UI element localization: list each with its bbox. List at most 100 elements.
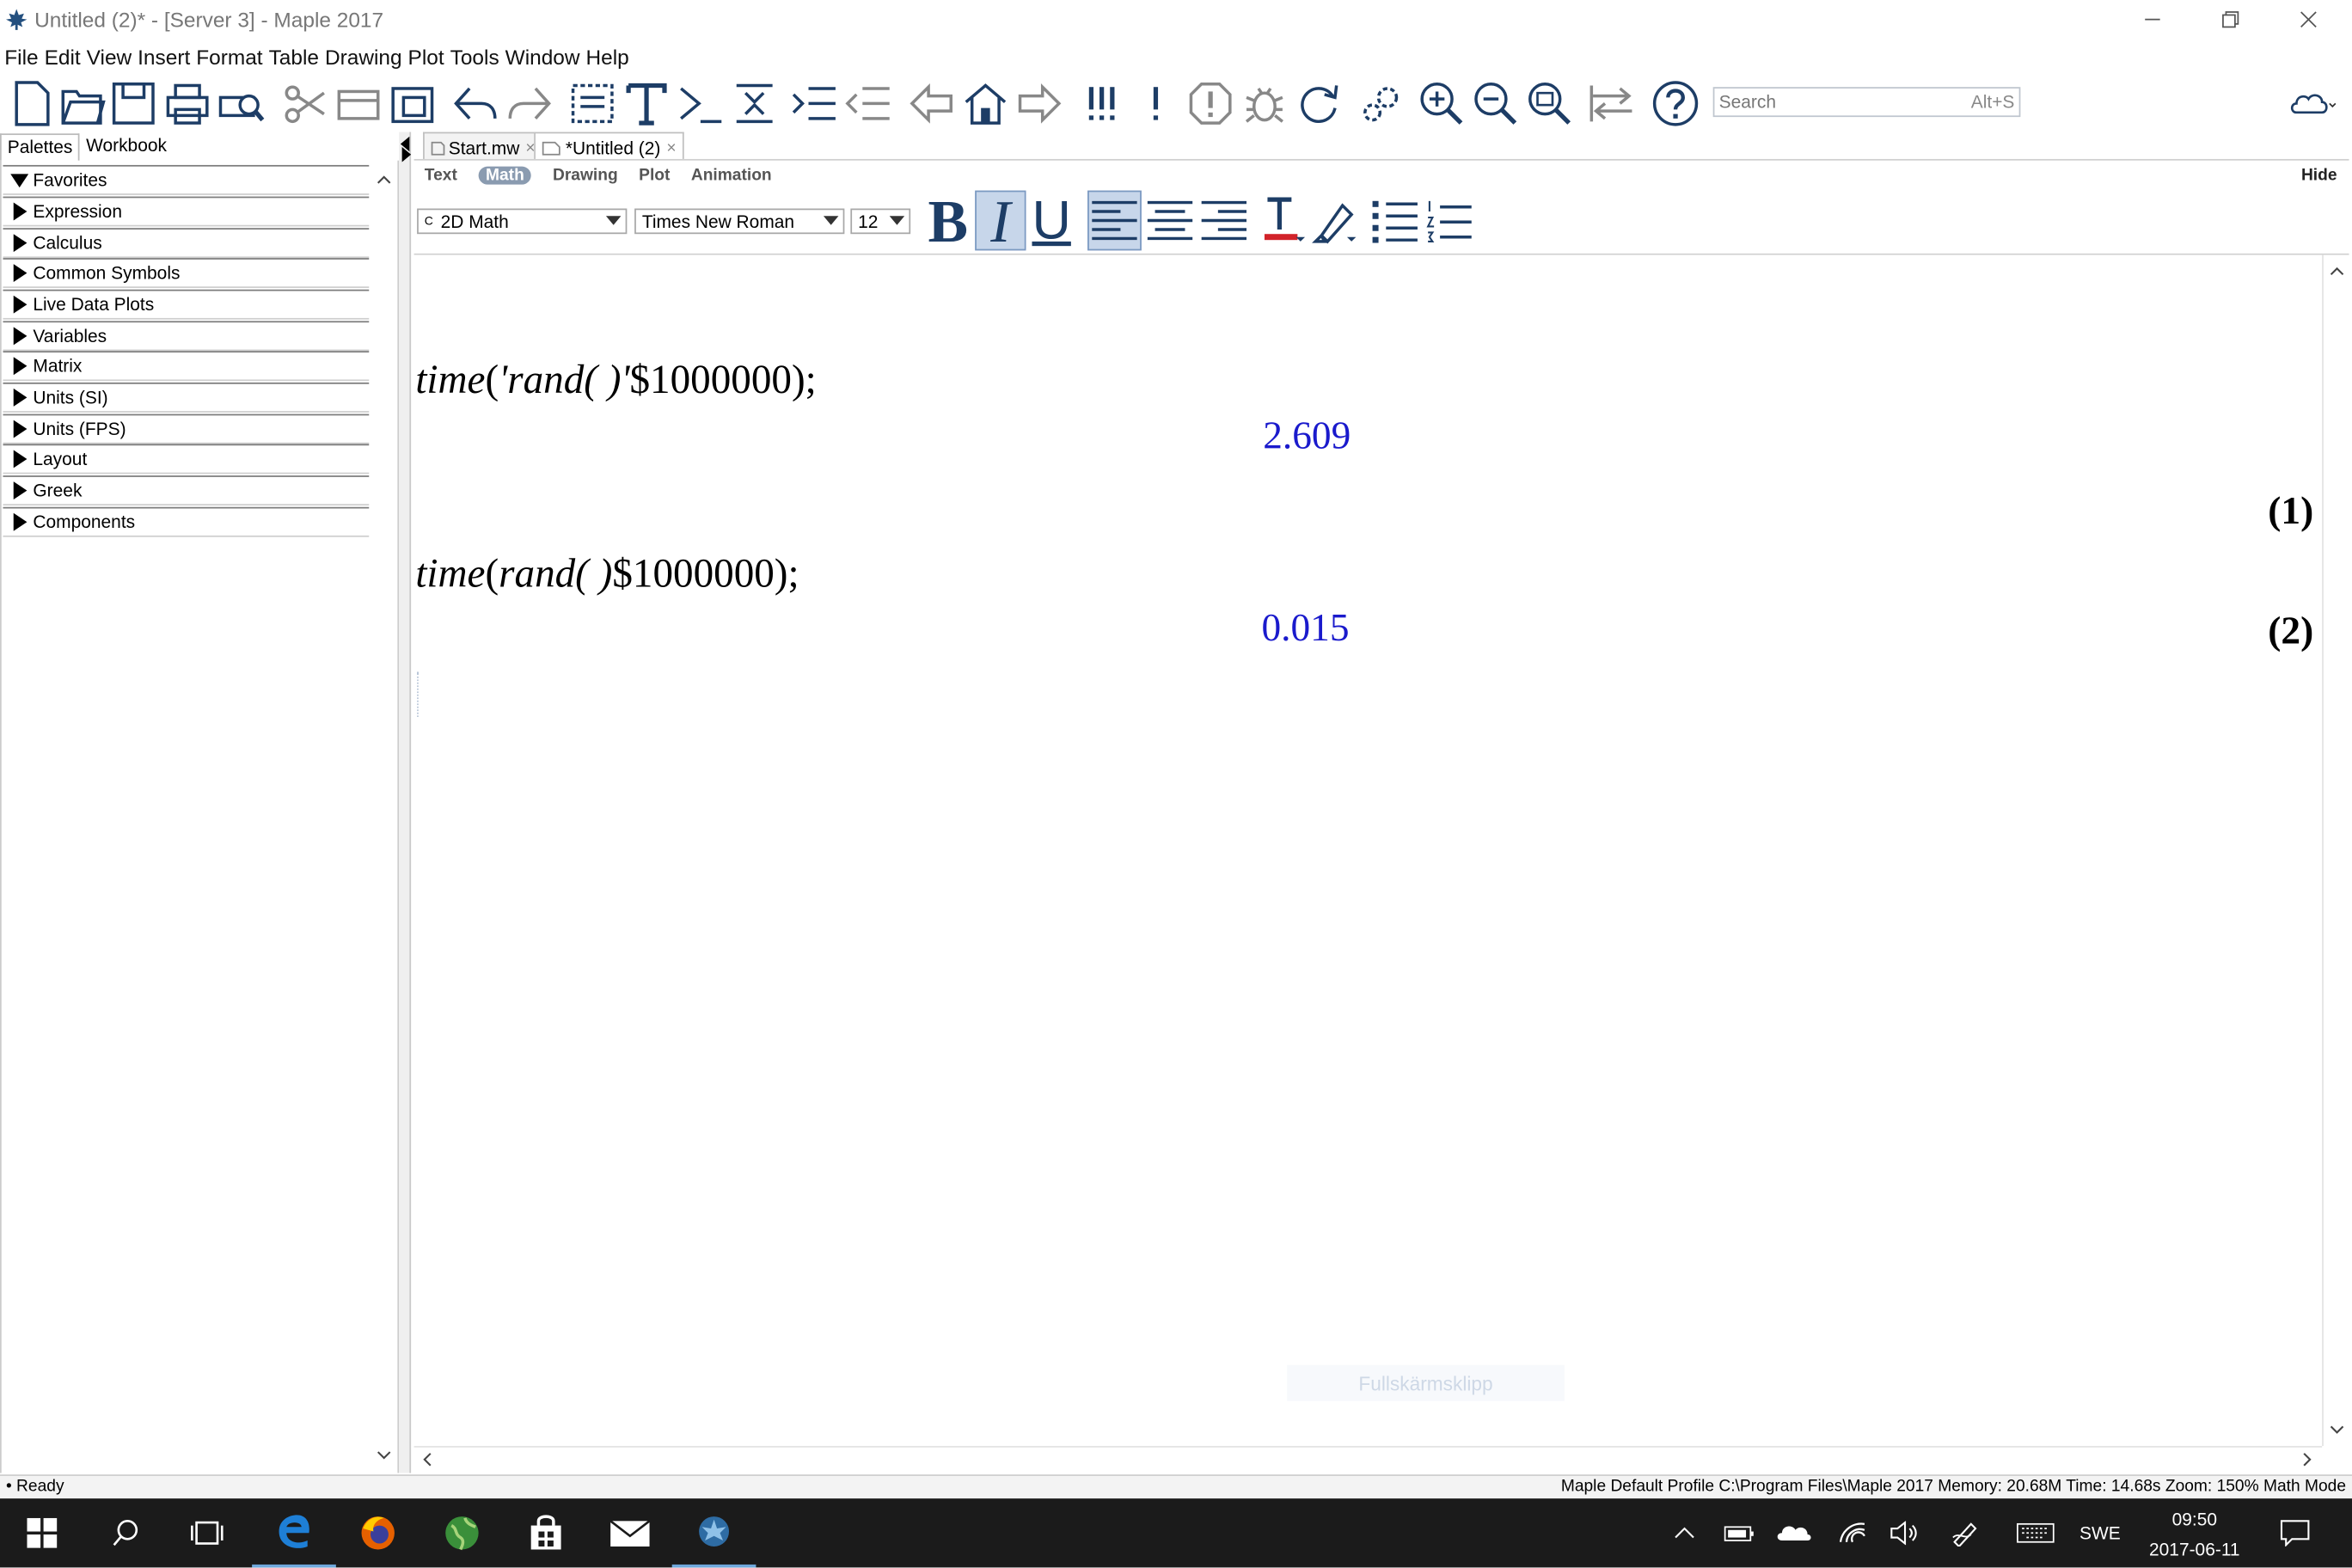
palette-variables[interactable]: Variables <box>3 321 370 352</box>
tray-volume[interactable] <box>1884 1498 1923 1567</box>
align-center-button[interactable] <box>1143 191 1197 251</box>
home-button[interactable] <box>960 77 1011 131</box>
cut-button[interactable] <box>279 77 330 131</box>
menu-view[interactable]: View <box>87 45 132 69</box>
panel-splitter[interactable] <box>399 132 412 1473</box>
align-right-button[interactable] <box>1197 191 1251 251</box>
taskbar-globe-app[interactable] <box>420 1498 505 1567</box>
ctx-tab-drawing[interactable]: Drawing <box>553 167 618 185</box>
search-input[interactable]: Search Alt+S <box>1712 87 2021 118</box>
underline-button[interactable]: U <box>1026 189 1077 251</box>
taskbar-maple[interactable] <box>671 1498 756 1568</box>
palette-matrix[interactable]: Matrix <box>3 351 370 382</box>
worksheet-canvas[interactable]: time('rand( )'$1000000); 2.609 (1) time(… <box>413 254 2323 1447</box>
taskbar-search-button[interactable] <box>84 1498 168 1567</box>
palette-favorites[interactable]: Favorites <box>3 164 370 195</box>
tab-palettes[interactable]: Palettes <box>0 133 81 161</box>
tray-wifi[interactable] <box>1833 1498 1871 1567</box>
empty-execution-group[interactable] <box>417 671 420 718</box>
equation-label-2[interactable]: (2) <box>2268 609 2313 653</box>
palette-common-symbols[interactable]: Common Symbols <box>3 258 370 289</box>
action-center-button[interactable] <box>2268 1498 2322 1567</box>
equation-label-1[interactable]: (1) <box>2268 489 2313 534</box>
font-size-select[interactable]: 12 <box>850 208 911 235</box>
palette-units-si[interactable]: Units (SI) <box>3 382 370 413</box>
close-tab-icon[interactable]: × <box>666 138 676 156</box>
palette-components[interactable]: Components <box>3 506 370 537</box>
ctx-tab-text[interactable]: Text <box>425 167 457 185</box>
insert-region-button[interactable] <box>567 77 618 131</box>
open-button[interactable] <box>57 77 107 131</box>
settings-button[interactable] <box>1356 77 1406 131</box>
save-button[interactable] <box>108 77 159 131</box>
interrupt-button[interactable] <box>1185 77 1235 131</box>
align-left-button[interactable] <box>1087 190 1142 251</box>
menu-plot[interactable]: Plot <box>408 45 444 69</box>
taskbar-edge[interactable] <box>252 1498 336 1568</box>
menu-insert[interactable]: Insert <box>138 45 190 69</box>
palette-live-data-plots[interactable]: Live Data Plots <box>3 289 370 320</box>
italic-button[interactable]: I <box>975 187 1026 254</box>
tray-pen[interactable] <box>1944 1498 1988 1567</box>
minimize-button[interactable] <box>2115 3 2190 35</box>
taskbar-store[interactable] <box>504 1498 588 1567</box>
paste-button[interactable] <box>387 77 438 131</box>
palette-calculus[interactable]: Calculus <box>3 228 370 259</box>
execute-worksheet-button[interactable] <box>1077 77 1128 131</box>
tab-untitled-2[interactable]: *Untitled (2) × <box>534 132 684 159</box>
numbered-list-button[interactable] <box>1422 191 1476 251</box>
toggle-input-button[interactable] <box>1587 77 1638 131</box>
chevron-left-icon[interactable] <box>417 1449 438 1470</box>
menu-format[interactable]: Format <box>196 45 262 69</box>
highlight-color-button[interactable] <box>1308 191 1359 251</box>
menu-file[interactable]: File <box>4 45 38 69</box>
outdent-button[interactable] <box>843 77 894 131</box>
math-input-2[interactable]: time(rand( )$1000000); <box>415 550 799 597</box>
palette-scroll-down[interactable] <box>373 1444 394 1465</box>
task-view-button[interactable] <box>165 1498 249 1567</box>
tab-start[interactable]: Start.mw × <box>423 132 543 159</box>
zoom-fit-button[interactable] <box>1524 77 1575 131</box>
back-button[interactable] <box>906 77 957 131</box>
tray-battery[interactable] <box>1719 1498 1758 1567</box>
copy-button[interactable] <box>333 77 383 131</box>
text-mode-button[interactable] <box>621 77 671 131</box>
print-button[interactable] <box>162 77 212 131</box>
vertical-scrollbar[interactable] <box>2322 254 2349 1447</box>
tray-clock[interactable]: 09:50 2017-06-11 <box>2130 1504 2259 1565</box>
close-button[interactable] <box>2271 3 2346 35</box>
math-mode-button[interactable] <box>675 77 726 131</box>
chevron-right-icon[interactable] <box>2296 1449 2317 1470</box>
restore-button[interactable] <box>2193 3 2268 35</box>
palette-units-fps[interactable]: Units (FPS) <box>3 413 370 444</box>
math-input-1[interactable]: time('rand( )'$1000000); <box>415 357 816 403</box>
cloud-button[interactable] <box>2290 90 2338 117</box>
indent-button[interactable] <box>789 77 840 131</box>
zoom-out-button[interactable] <box>1470 77 1521 131</box>
start-button[interactable] <box>0 1498 84 1567</box>
tab-workbook[interactable]: Workbook <box>80 133 173 160</box>
undo-button[interactable] <box>450 77 500 131</box>
restart-button[interactable] <box>1293 77 1344 131</box>
debugger-button[interactable] <box>1239 77 1289 131</box>
chevron-up-icon[interactable] <box>2326 261 2347 282</box>
tray-language[interactable]: SWE <box>2073 1498 2127 1567</box>
taskbar-firefox[interactable] <box>336 1498 420 1567</box>
hide-context-bar-button[interactable]: Hide <box>2301 167 2337 185</box>
chevron-down-icon[interactable] <box>2326 1419 2347 1440</box>
menu-window[interactable]: Window <box>505 45 580 69</box>
execute-button[interactable] <box>1131 77 1182 131</box>
tray-show-hidden[interactable] <box>1665 1498 1704 1567</box>
forward-button[interactable] <box>1014 77 1065 131</box>
menu-drawing[interactable]: Drawing <box>325 45 402 69</box>
help-button[interactable] <box>1650 77 1700 131</box>
menu-edit[interactable]: Edit <box>45 45 81 69</box>
tray-onedrive[interactable] <box>1773 1498 1815 1567</box>
zoom-in-button[interactable] <box>1416 77 1467 131</box>
ctx-tab-animation[interactable]: Animation <box>691 167 772 185</box>
menu-help[interactable]: Help <box>586 45 629 69</box>
split-join-button[interactable] <box>729 77 780 131</box>
font-family-select[interactable]: Times New Roman <box>634 208 845 235</box>
palette-layout[interactable]: Layout <box>3 444 370 475</box>
menu-table[interactable]: Table <box>269 45 319 69</box>
